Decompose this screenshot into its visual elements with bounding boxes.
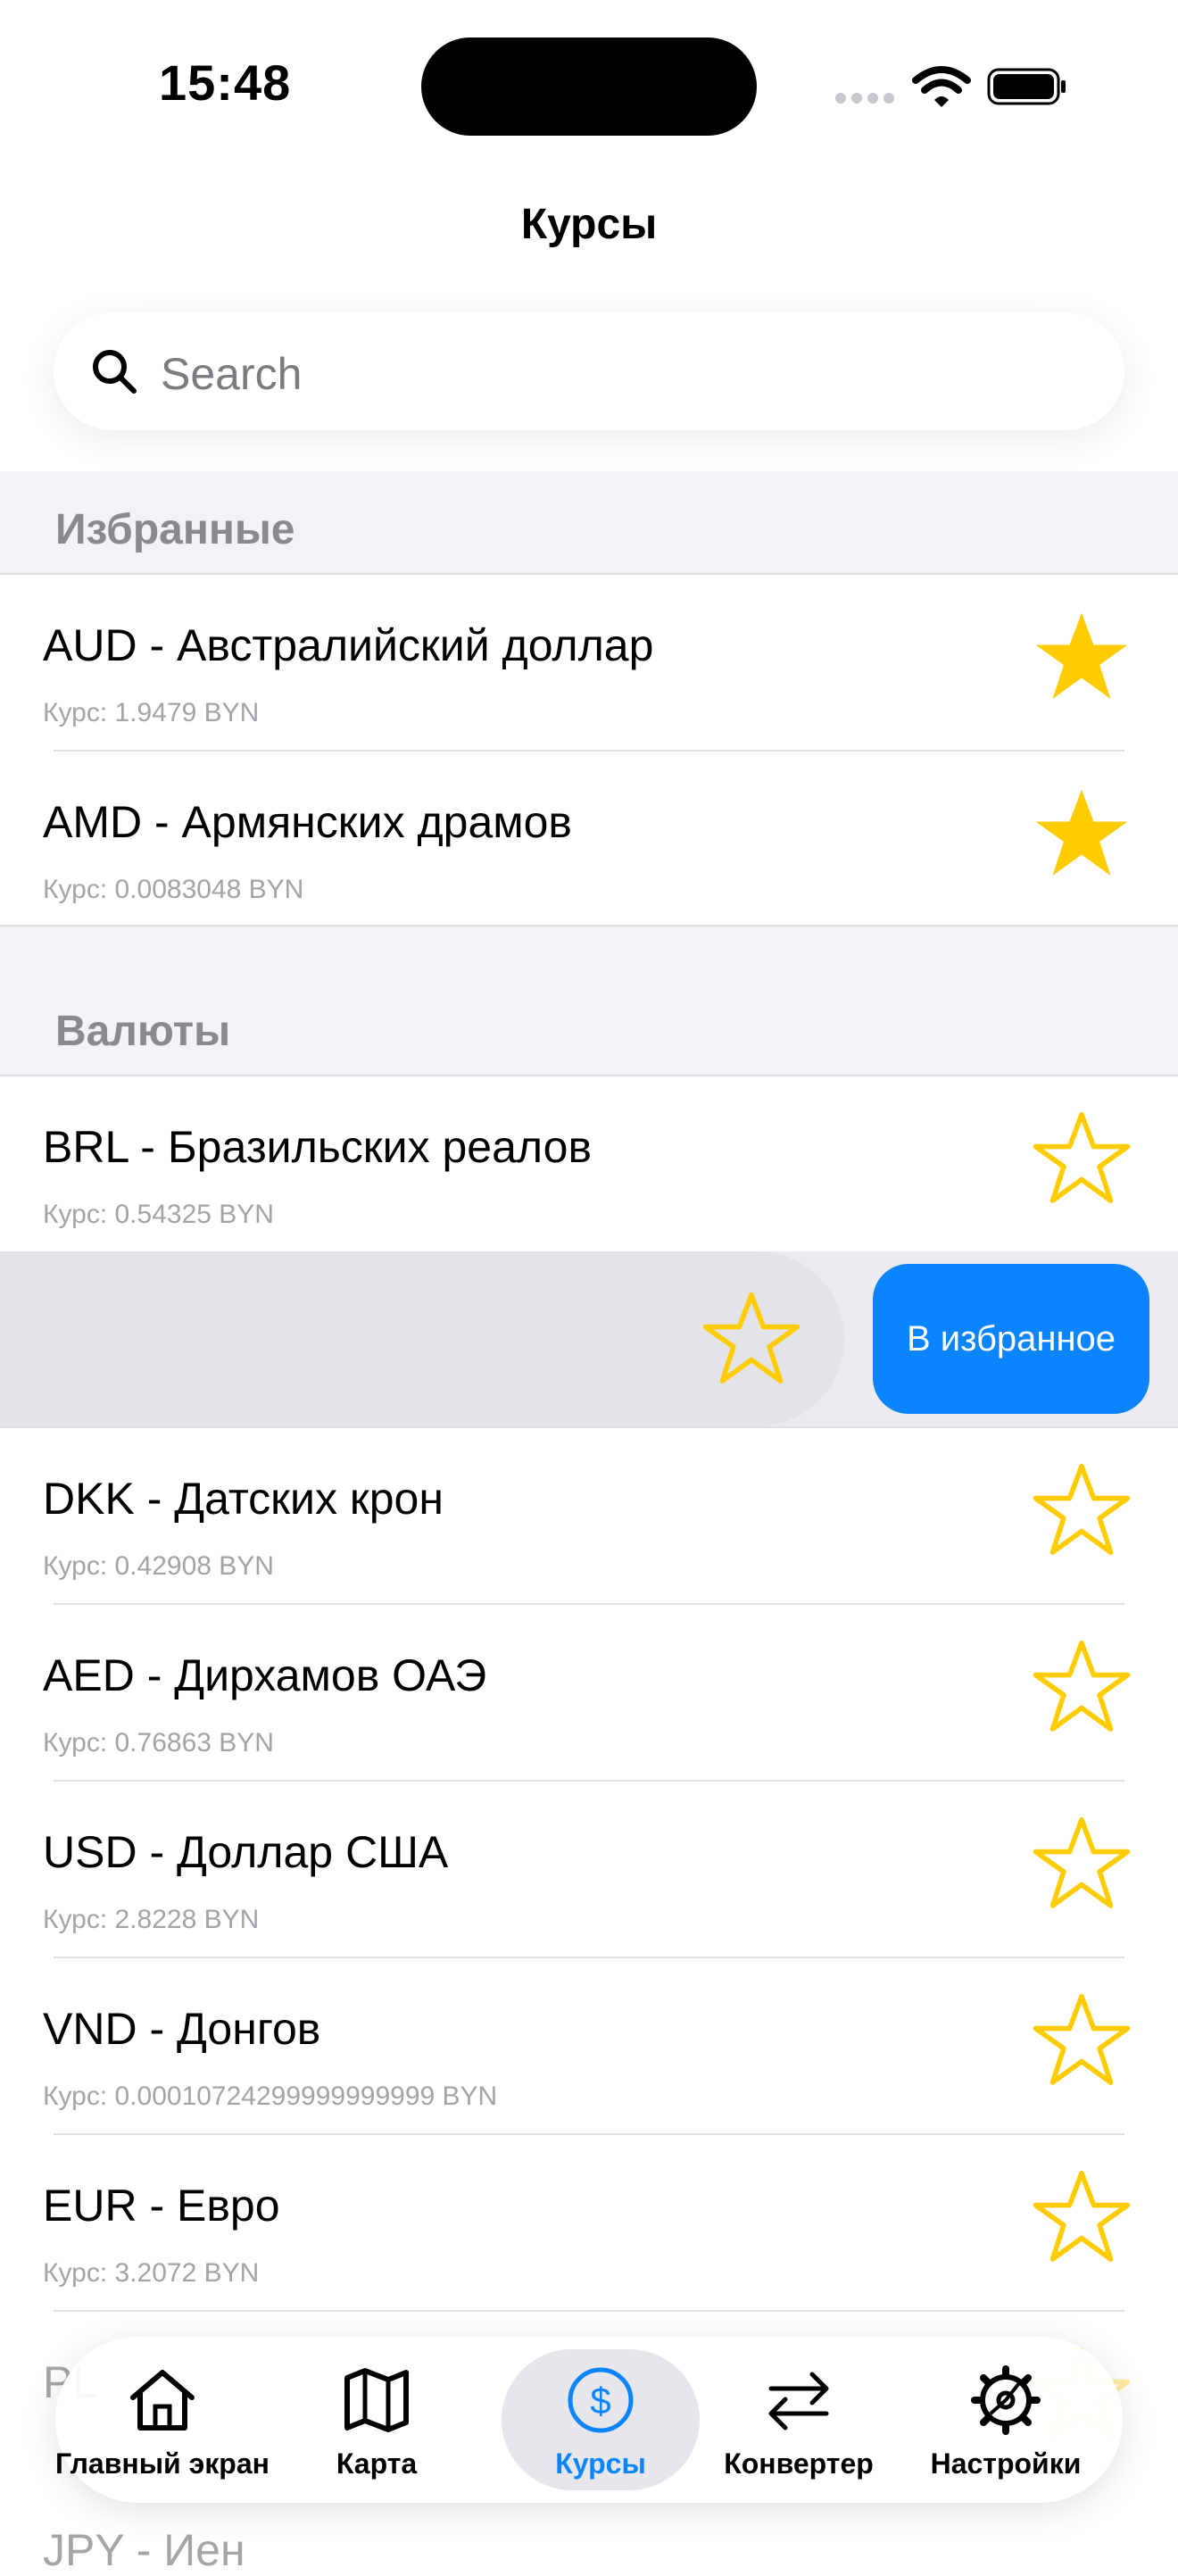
tab-home[interactable]: Главный экран <box>55 2337 270 2503</box>
currency-rate: Курс: 0.54325 BYN <box>43 1200 274 1229</box>
search-placeholder: Search <box>161 349 303 399</box>
tab-label: Конвертер <box>724 2447 874 2480</box>
currency-rate: Курс: 3.2072 BYN <box>43 2258 260 2288</box>
currency-row-brl[interactable]: BRL - Бразильских реалов Курс: 0.54325 B… <box>0 1076 1178 1253</box>
currency-rate: Курс: 0.42908 BYN <box>43 1551 274 1581</box>
currency-rate: Курс: 1.9479 BYN <box>43 698 260 727</box>
tab-converter[interactable]: Конвертер <box>700 2337 898 2503</box>
currency-title: AED - Дирхамов ОАЭ <box>43 1650 487 1700</box>
cellular-signal-icon <box>835 93 894 104</box>
star-filled-icon[interactable] <box>1032 784 1132 884</box>
tab-bar: Главный экран Карта $ Курсы Конвертер На… <box>55 2337 1123 2503</box>
house-icon <box>130 2370 195 2431</box>
currency-title: EUR - Евро <box>43 2181 280 2231</box>
arrows-exchange-icon <box>768 2372 829 2431</box>
star-outline-icon[interactable] <box>701 1289 801 1389</box>
tab-label: Курсы <box>555 2447 646 2480</box>
search-field[interactable]: Search <box>54 312 1124 430</box>
currency-rate: Курс: 2.8228 BYN <box>43 1905 260 1934</box>
currency-row-vnd[interactable]: VND - Донгов Курс: 0.0001072429999999999… <box>0 1958 1178 2135</box>
star-outline-icon[interactable] <box>1032 1460 1132 1560</box>
currency-title: USD - Доллар США <box>43 1827 449 1877</box>
search-icon <box>93 350 137 394</box>
star-outline-icon[interactable] <box>1032 1637 1132 1737</box>
tab-label: Карта <box>336 2447 418 2480</box>
currency-row-aud[interactable]: AUD - Австралийский доллар Курс: 1.9479 … <box>0 575 1178 752</box>
star-outline-icon[interactable] <box>1032 1814 1132 1914</box>
currency-row-aed[interactable]: AED - Дирхамов ОАЭ Курс: 0.76863 BYN <box>0 1605 1178 1782</box>
star-outline-icon[interactable] <box>1032 1109 1132 1209</box>
tab-label: Главный экран <box>55 2447 270 2480</box>
currency-row-eur[interactable]: EUR - Евро Курс: 3.2072 BYN <box>0 2135 1178 2312</box>
currency-row-usd[interactable]: USD - Доллар США Курс: 2.8228 BYN <box>0 1782 1178 1958</box>
star-outline-icon[interactable] <box>1032 2167 1132 2267</box>
tab-rates[interactable]: $ Курсы <box>502 2337 700 2503</box>
currency-rate: Курс: 0.00010724299999999999 BYN <box>43 2082 498 2111</box>
status-time: 15:48 <box>159 54 292 111</box>
dynamic-island <box>421 37 757 136</box>
gear-icon <box>971 2365 1041 2435</box>
battery-icon <box>987 68 1066 105</box>
star-outline-icon[interactable] <box>1032 1990 1132 2090</box>
currency-rate: Курс: 0.0083048 BYN <box>43 875 304 904</box>
currency-title: JPY - Иен <box>43 2525 245 2575</box>
currency-title: BRL - Бразильских реалов <box>43 1122 593 1172</box>
currency-title: AMD - Армянских драмов <box>43 797 572 847</box>
currency-rate: Курс: 0.76863 BYN <box>43 1728 274 1757</box>
currency-title: AUD - Австралийский доллар <box>43 620 654 670</box>
tab-settings[interactable]: Настройки <box>898 2337 1114 2503</box>
wifi-icon <box>912 66 971 107</box>
map-icon <box>344 2368 409 2432</box>
tab-map[interactable]: Карта <box>270 2337 484 2503</box>
currency-title: DKK - Датских крон <box>43 1474 444 1524</box>
star-filled-icon[interactable] <box>1032 607 1132 707</box>
currency-row-dkk[interactable]: DKK - Датских крон Курс: 0.42908 BYN <box>0 1428 1178 1605</box>
add-to-favorites-button[interactable]: В избранное <box>873 1264 1149 1414</box>
section-header-favorites: Избранные <box>55 506 295 553</box>
page-title: Курсы <box>520 201 658 248</box>
svg-text:$: $ <box>590 2380 610 2422</box>
currency-row-amd[interactable]: AMD - Армянских драмов Курс: 0.0083048 B… <box>0 752 1178 928</box>
dollar-circle-icon: $ <box>568 2367 634 2433</box>
section-header-currencies: Валюты <box>55 1008 231 1055</box>
tab-label: Настройки <box>930 2447 1082 2480</box>
currency-title: VND - Донгов <box>43 2004 321 2054</box>
